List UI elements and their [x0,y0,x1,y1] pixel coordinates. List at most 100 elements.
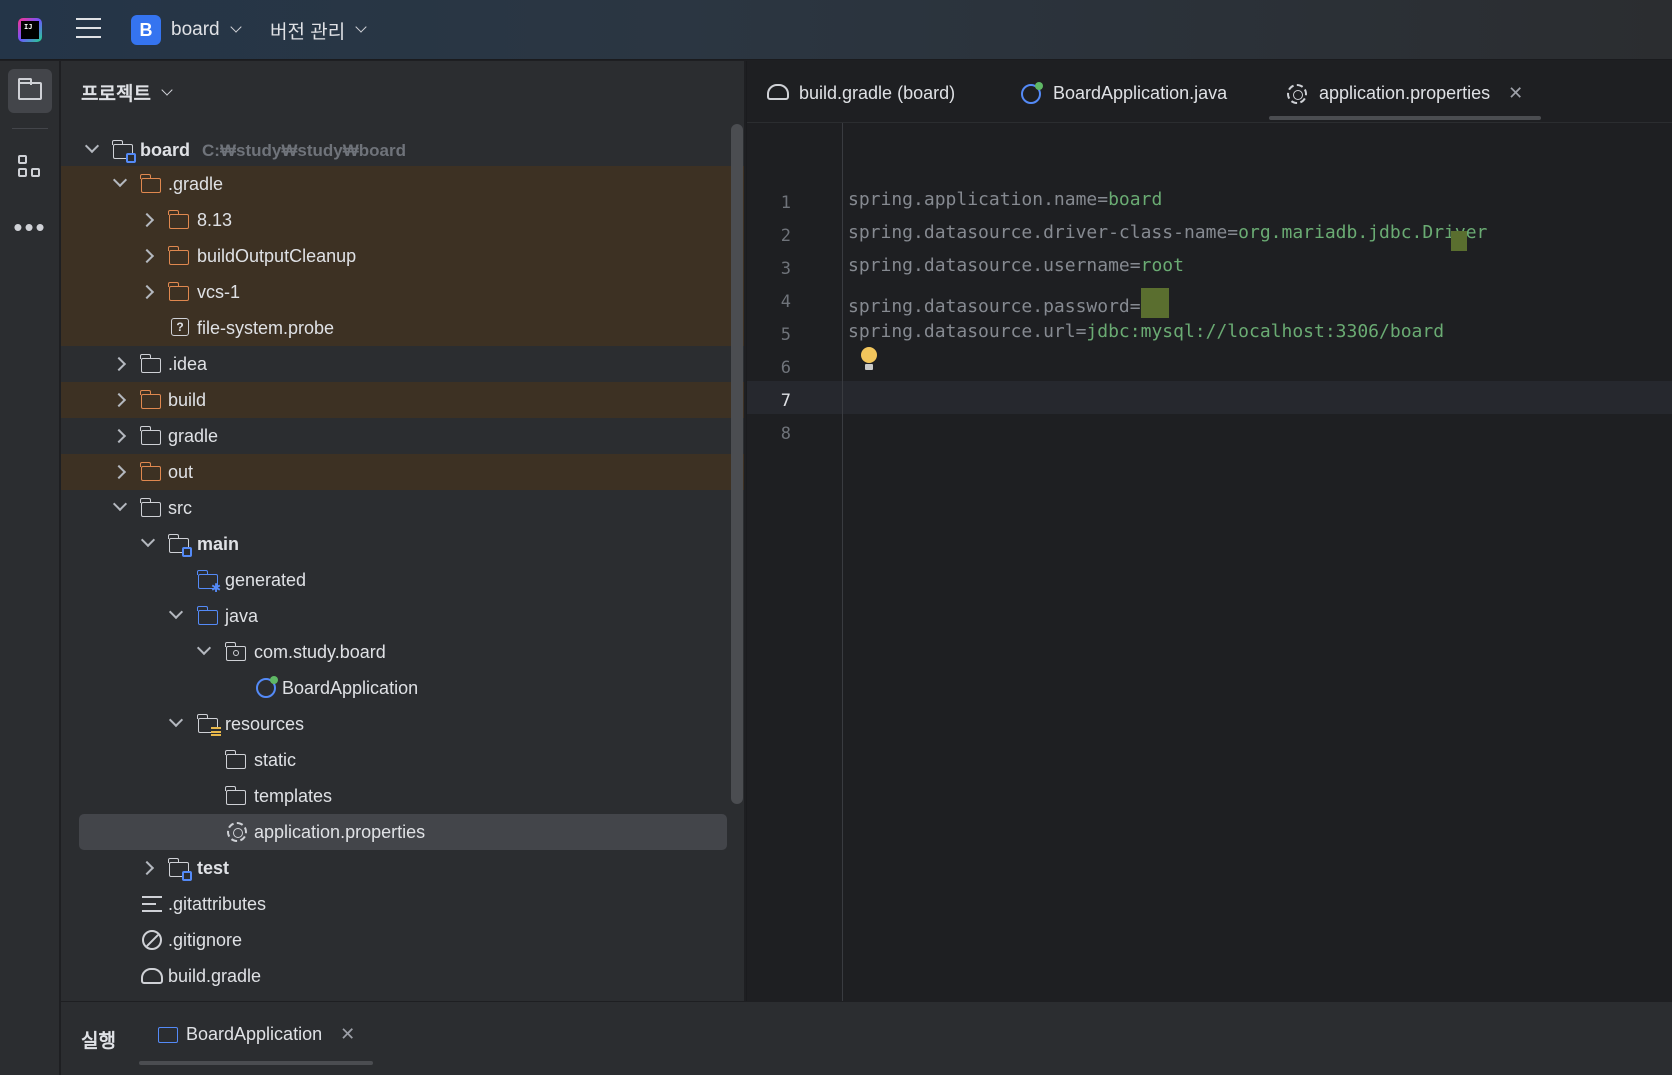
tab-build-gradle[interactable]: build.gradle (board) [767,75,955,111]
code-line[interactable]: spring.application.name=board [848,189,1162,210]
project-tool-button[interactable] [8,69,52,113]
tab-boardapplication-java[interactable]: BoardApplication.java [1021,75,1227,111]
code-line[interactable]: spring.datasource.driver-class-name=org.… [848,222,1487,243]
tree-item-file-system-probe[interactable]: ? file-system.probe [61,310,744,346]
expand-arrow-icon[interactable] [168,604,184,620]
code-line[interactable]: spring.datasource.password= [848,288,1169,318]
tree-label: test [197,857,230,878]
project-switcher[interactable]: B board [131,14,242,46]
tree-item-templates[interactable]: templates [61,778,744,814]
tree-root[interactable]: board C:₩study₩study₩board [61,132,744,168]
tree-item-application-properties[interactable]: application.properties [79,814,727,850]
more-icon: ••• [13,212,47,242]
run-tab-boardapplication[interactable]: BoardApplication ✕ [158,1024,355,1045]
line-number: 4 [780,292,791,312]
project-name: board [171,19,220,40]
tree-item-static[interactable]: static [61,742,744,778]
expand-arrow-icon[interactable] [168,712,184,728]
tree-item-gitattributes[interactable]: .gitattributes [61,886,744,922]
tree-item-src[interactable]: src [61,490,744,526]
structure-tool-button[interactable] [8,145,52,189]
tree-item-generated[interactable]: ✱ generated [61,562,744,598]
generated-sources-folder-icon: ✱ [197,570,221,594]
line-number-current: 7 [780,391,791,411]
tree-item-idea[interactable]: .idea [61,346,744,382]
tree-item-gradle-dir[interactable]: .gradle [61,166,744,202]
intellij-logo-icon[interactable]: IJ [18,18,42,42]
expand-arrow-icon[interactable] [112,496,128,512]
collapse-arrow-icon[interactable] [111,428,127,444]
tree-label: application.properties [254,821,426,842]
tree-label: 8.13 [197,209,233,230]
collapse-arrow-icon[interactable] [139,248,155,264]
tree-label: static [254,749,297,770]
tab-application-properties[interactable]: application.properties ✕ [1287,75,1523,111]
expand-arrow-icon[interactable] [84,138,100,154]
collapse-arrow-icon[interactable] [139,860,155,876]
tree-item-main[interactable]: main [61,526,744,562]
tree-label: generated [225,569,307,590]
tree-item-vcs-1[interactable]: vcs-1 [61,274,744,310]
close-icon[interactable]: ✕ [340,1024,355,1045]
chevron-down-icon [355,21,367,33]
tab-label: BoardApplication.java [1053,82,1228,103]
tree-item-build[interactable]: build [61,382,744,418]
tree-label: .gitattributes [168,893,267,914]
tree-item-8-13[interactable]: 8.13 [61,202,744,238]
source-folder-icon [197,606,220,626]
main-menu-icon[interactable] [76,18,101,40]
panel-scrollbar[interactable] [731,124,743,804]
expand-arrow-icon[interactable] [196,640,212,656]
chevron-down-icon [229,21,242,33]
active-tab-indicator [1269,116,1541,120]
gear-icon [227,822,249,842]
tree-item-gitignore[interactable]: .gitignore [61,922,744,958]
excluded-folder-icon [140,390,163,410]
tree-item-build-gradle[interactable]: build.gradle [61,958,744,994]
expand-arrow-icon[interactable] [140,532,156,548]
tree-item-buildoutputcleanup[interactable]: buildOutputCleanup [61,238,744,274]
package-icon [225,642,248,662]
tree-item-test[interactable]: test [61,850,744,886]
editor-area: build.gradle (board) BoardApplication.ja… [746,61,1672,1001]
line-number: 3 [780,259,791,279]
tab-label: build.gradle (board) [799,82,956,103]
code-line[interactable]: spring.datasource.url=jdbc:mysql://local… [848,321,1444,342]
source-set-folder-icon [168,858,192,881]
tab-label: application.properties [1319,82,1491,103]
tool-window-strip: ••• [0,61,60,1075]
run-tab-label: BoardApplication [186,1024,323,1044]
tree-item-package[interactable]: com.study.board [61,634,744,670]
excluded-folder-icon [168,246,191,266]
spring-boot-icon [256,676,278,698]
vcs-menu[interactable]: 버전 관리 [270,14,367,46]
tree-label: resources [225,713,305,734]
close-icon[interactable]: ✕ [1508,83,1523,104]
collapse-arrow-icon[interactable] [111,356,127,372]
tree-item-boardapplication[interactable]: BoardApplication [61,670,744,706]
collapse-arrow-icon[interactable] [139,284,155,300]
redacted-value [1140,288,1169,318]
tree-label: com.study.board [254,641,386,662]
expand-arrow-icon[interactable] [112,172,128,188]
tree-item-gradle[interactable]: gradle [61,418,744,454]
code-line[interactable]: spring.datasource.username=root [848,255,1184,276]
tree-label: file-system.probe [197,317,335,338]
collapse-arrow-icon[interactable] [111,392,127,408]
folder-icon [140,426,163,446]
chevron-down-icon [161,83,173,96]
lightbulb-icon[interactable] [861,347,877,373]
tree-label: src [168,497,192,518]
project-badge: B [131,15,161,45]
tree-item-out[interactable]: out [61,454,744,490]
excluded-folder-icon [140,174,163,194]
ignore-file-icon [142,930,164,950]
tree-item-java[interactable]: java [61,598,744,634]
project-view-selector[interactable]: 프로젝트 [81,79,173,106]
collapse-arrow-icon[interactable] [139,212,155,228]
more-tools-button[interactable]: ••• [8,205,52,249]
collapse-arrow-icon[interactable] [111,464,127,480]
tree-label: out [168,461,194,482]
tree-label: build [168,389,207,410]
tree-item-resources[interactable]: resources [61,706,744,742]
